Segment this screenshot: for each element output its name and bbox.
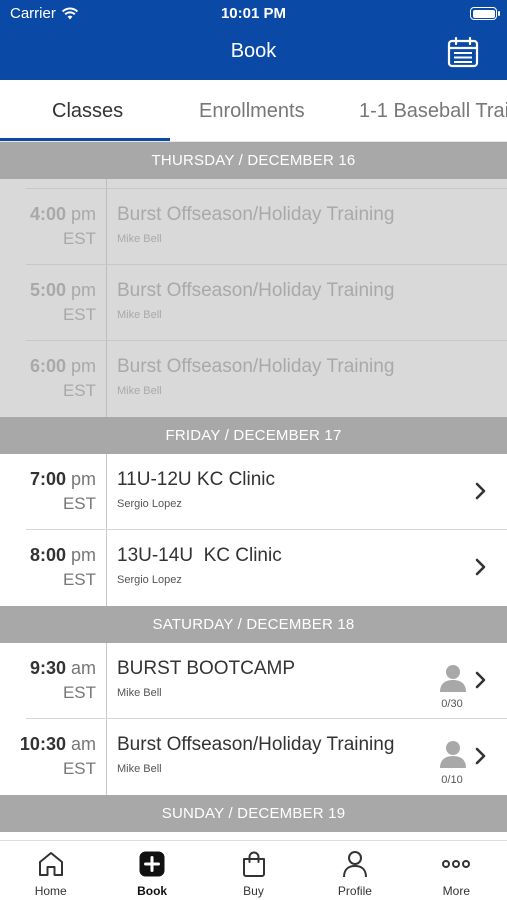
chevron-right-icon[interactable]: [475, 482, 487, 500]
calendar-icon[interactable]: [447, 36, 479, 68]
status-bar: Carrier 10:01 PM: [0, 0, 507, 28]
class-time: 10:30: [19, 734, 66, 754]
list-row-partial: [0, 179, 507, 189]
class-timezone: EST: [62, 494, 96, 513]
class-instructor: Sergio Lopez: [117, 498, 182, 510]
person-icon: [342, 851, 367, 878]
class-instructor: Mike Bell: [117, 687, 162, 699]
plus-square-icon: [139, 851, 165, 877]
tab-enrollments[interactable]: Enrollments: [199, 100, 305, 123]
status-time: 10:01 PM: [220, 5, 287, 22]
class-timezone: EST: [62, 570, 96, 589]
bottom-tab-book[interactable]: Book: [101, 841, 202, 900]
day-header-sunday: SUNDAY / DECEMBER 19: [0, 795, 507, 832]
capacity-count: 0/30: [441, 698, 463, 710]
attendee-icon: [440, 741, 466, 768]
bottom-tab-label: Buy: [243, 884, 264, 898]
class-timezone: EST: [62, 759, 96, 778]
class-name: 11U-12U KC Clinic: [117, 469, 276, 490]
bottom-tab-label: More: [442, 884, 470, 898]
class-row[interactable]: 8:00 pm EST 13U-14U KC Clinic Sergio Lop…: [0, 530, 507, 606]
class-timezone: EST: [62, 683, 96, 702]
class-instructor: Mike Bell: [117, 385, 162, 397]
chevron-right-icon[interactable]: [475, 747, 487, 765]
chevron-right-icon[interactable]: [475, 558, 487, 576]
bottom-tab-label: Profile: [337, 884, 372, 898]
battery-icon: [470, 7, 500, 20]
class-ampm: pm: [70, 469, 96, 489]
class-time: 7:00: [29, 469, 66, 489]
segment-tabs: Classes Enrollments 1-1 Baseball Trainin…: [0, 80, 507, 142]
class-row[interactable]: 6:00 pm EST Burst Offseason/Holiday Trai…: [0, 341, 507, 417]
class-schedule-list[interactable]: THURSDAY / DECEMBER 16 4:00 pm EST Burst…: [0, 142, 507, 840]
home-icon: [38, 852, 63, 876]
chevron-right-icon[interactable]: [475, 671, 487, 689]
class-row[interactable]: 4:00 pm EST Burst Offseason/Holiday Trai…: [0, 189, 507, 265]
class-row[interactable]: 10:30 am EST Burst Offseason/Holiday Tra…: [0, 719, 507, 795]
attendee-icon: [440, 665, 466, 692]
class-name: Burst Offseason/Holiday Training: [117, 356, 395, 377]
class-name: Burst Offseason/Holiday Training: [117, 204, 395, 225]
class-time: 6:00: [29, 356, 66, 376]
class-timezone: EST: [62, 305, 96, 324]
class-instructor: Mike Bell: [117, 309, 162, 321]
day-header-thursday: THURSDAY / DECEMBER 16: [0, 142, 507, 179]
day-header-saturday: SATURDAY / DECEMBER 18: [0, 606, 507, 643]
class-name: 13U-14U KC Clinic: [117, 545, 282, 566]
class-instructor: Sergio Lopez: [117, 574, 182, 586]
class-row[interactable]: 5:00 pm EST Burst Offseason/Holiday Trai…: [0, 265, 507, 341]
class-instructor: Mike Bell: [117, 233, 162, 245]
bottom-tab-buy[interactable]: Buy: [203, 841, 304, 900]
more-dots-icon: [442, 860, 471, 868]
day-header-friday: FRIDAY / DECEMBER 17: [0, 417, 507, 454]
page-title: Book: [230, 40, 277, 62]
bottom-tab-bar: Home Book Buy Profile More: [0, 840, 507, 900]
class-time: 5:00: [29, 280, 66, 300]
class-ampm: pm: [70, 280, 96, 300]
class-time: 9:30: [29, 658, 66, 678]
class-timezone: EST: [62, 229, 96, 248]
class-ampm: pm: [70, 204, 96, 224]
class-ampm: am: [70, 658, 96, 678]
class-instructor: Mike Bell: [117, 763, 162, 775]
active-tab-indicator: [0, 138, 170, 141]
top-bar: Carrier 10:01 PM Book: [0, 0, 507, 80]
bottom-tab-home[interactable]: Home: [0, 841, 101, 900]
class-name: BURST BOOTCAMP: [117, 658, 296, 679]
class-timezone: EST: [62, 381, 96, 400]
class-time: 8:00: [29, 545, 66, 565]
class-name: Burst Offseason/Holiday Training: [117, 280, 395, 301]
tab-classes[interactable]: Classes: [52, 100, 123, 123]
bottom-tab-more[interactable]: More: [406, 841, 507, 900]
class-name: Burst Offseason/Holiday Training: [117, 734, 395, 755]
class-ampm: pm: [70, 356, 96, 376]
bottom-tab-label: Home: [34, 884, 67, 898]
class-row[interactable]: 7:00 pm EST 11U-12U KC Clinic Sergio Lop…: [0, 454, 507, 530]
capacity-count: 0/10: [441, 774, 463, 786]
bottom-tab-label: Book: [137, 884, 168, 898]
class-time: 4:00: [29, 204, 66, 224]
class-row[interactable]: 9:30 am EST BURST BOOTCAMP Mike Bell 0/3…: [0, 643, 507, 719]
class-ampm: pm: [70, 545, 96, 565]
shopping-bag-icon: [242, 851, 265, 877]
class-ampm: am: [70, 734, 96, 754]
bottom-tab-profile[interactable]: Profile: [304, 841, 405, 900]
tab-1-1-baseball-training[interactable]: 1-1 Baseball Training: [359, 100, 507, 123]
